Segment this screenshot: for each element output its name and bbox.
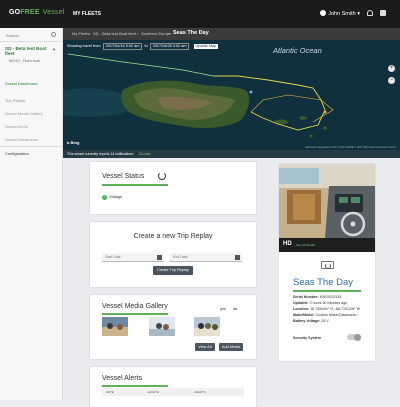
breadcrumb: My Fleets › SD - Beta test Boat fleet › … [63,28,400,40]
start-date-field[interactable]: Start Date [102,253,164,262]
vessel-detail-serial: Serial Number: #0625332181 [293,295,342,299]
sidebar-item-trip-replay[interactable]: Trip Replay [0,94,62,107]
notification-text: This vessel currently reports 14 notific… [67,152,134,156]
vessel-hd-bar: HD See All Details [279,238,375,252]
media-thumbnail[interactable] [102,317,128,336]
to-date[interactable]: 2017/04/28 3:02 am [149,43,190,50]
sidebar-item-media-gallery[interactable]: Vessel Media Gallery [0,107,62,120]
list-view-toggle[interactable]: list [233,307,237,311]
security-system-label: Security System [293,336,321,340]
logo-go: GO [9,9,21,16]
search-icon[interactable] [51,32,56,37]
travel-range: Showing travel from 2017/04/14 5:02 am t… [67,43,219,50]
media-gallery-title: Vessel Media Gallery [102,303,168,310]
media-thumbnail[interactable] [194,317,220,336]
vessel-status-card: Vessel Status ✓ Voltage [90,162,256,214]
page-title: Seas The Day [173,30,209,36]
update-map-button[interactable]: Update Map [193,44,219,49]
check-icon: ✓ [102,195,107,200]
from-date[interactable]: 2017/04/14 5:02 am [102,43,143,50]
chevron-down-icon[interactable]: ▼ [52,47,56,52]
calendar-icon[interactable] [235,255,240,260]
trip-replay-card: Create a new Trip Replay Start Date End … [90,222,256,287]
vessel-detail-voltage: Battery Voltage: 25 V [293,319,329,323]
sidebar-item-documents[interactable]: Vessel Documents [0,133,62,146]
user-icon [320,10,327,16]
user-menu[interactable]: John Smith ▾ [320,10,360,17]
refresh-button[interactable] [321,261,334,269]
camera-icon[interactable] [380,10,386,16]
see-details-link[interactable]: See All Details [296,243,315,247]
trip-map[interactable]: Showing travel from 2017/04/14 5:02 am t… [63,40,400,158]
app-logo[interactable]: GOFREE Vessel [9,9,65,16]
nav-my-fleets[interactable]: MY FLEETS [73,11,101,17]
fleet-selector[interactable]: SD - Beta test Boat fleet MCHO - Tina's … [0,42,62,63]
vessel-photo[interactable] [279,164,375,238]
vessel-name: Seas The Day [293,277,354,288]
status-item: ✓ Voltage [102,194,122,200]
zoom-out-button[interactable]: − [388,77,395,84]
logo-free: FREE [20,9,40,16]
trip-replay-title: Create a new Trip Replay [133,233,213,240]
zoom-in-button[interactable]: + [388,65,395,72]
user-name: John Smith [328,11,356,17]
view-all-button[interactable]: View All [195,343,215,351]
vessel-detail-location: Location: 18.75964N° N, -66.71912W° W [293,307,361,311]
status-label: Voltage [109,194,123,199]
vessel-detail-updated: Updated: 0 hours 50 minutes ago [293,301,348,305]
sidebar-item-dashboard[interactable]: Vessel Dashboard [0,77,62,90]
vessel-info-card: HD See All Details Seas The Day Serial N… [279,164,375,361]
title-underline [102,184,168,186]
bing-logo: b Bing [67,140,80,145]
dismiss-link[interactable]: Dismiss [139,152,151,156]
sidebar-item-configuration[interactable]: Configuration [0,146,62,159]
vessel-alerts-title: Vessel Alerts [102,375,143,382]
create-trip-replay-button[interactable]: Create Trip Replay [153,266,193,275]
vessel-alerts-card: Vessel Alerts DATE LENGTH ALERTS [90,367,256,407]
grid-view-toggle[interactable]: grid [220,307,226,311]
logo-vessel: Vessel [42,9,65,16]
column-header[interactable]: ALERTS [194,388,206,396]
media-gallery-card: Vessel Media Gallery grid list View All … [90,295,256,359]
sidebar-search [0,28,62,42]
fleet-name: SD - Beta test Boat fleet [5,46,47,56]
map-canvas [63,40,400,158]
notification-banner: This vessel currently reports 14 notific… [63,150,400,158]
map-copyright: Earthstar Geographics SIO © 2017 HERE © … [305,146,396,149]
vessel-status-title: Vessel Status [102,173,145,180]
calendar-icon[interactable] [157,255,162,260]
add-media-button[interactable]: Add Media [219,343,243,351]
breadcrumb-item-region[interactable]: Southern Europe [141,31,171,36]
sidebar: SD - Beta test Boat fleet MCHO - Tina's … [0,28,63,400]
sidebar-item-alerts[interactable]: Vessel Alerts [0,120,62,133]
breadcrumb-item-fleet[interactable]: SD - Beta test Boat fleet [93,31,136,36]
end-date-field[interactable]: End Date [170,253,242,262]
breadcrumb-item-fleets[interactable]: My Fleets [72,31,89,36]
notifications-icon[interactable] [367,10,373,16]
hd-label: HD [283,241,292,247]
top-bar: GOFREE Vessel MY FLEETS John Smith ▾ [0,0,400,28]
column-header[interactable]: DATE [106,388,114,396]
media-thumbnail[interactable] [149,317,175,336]
ocean-label: Atlantic Ocean [273,46,322,55]
alerts-table-header: DATE LENGTH ALERTS [102,388,244,396]
column-header[interactable]: LENGTH [147,388,159,396]
search-input[interactable] [6,31,46,39]
security-toggle[interactable] [347,333,361,341]
refresh-icon[interactable] [158,172,166,180]
vessel-detail-model: Make/Model: Custom Make/Catamaran [293,313,357,317]
